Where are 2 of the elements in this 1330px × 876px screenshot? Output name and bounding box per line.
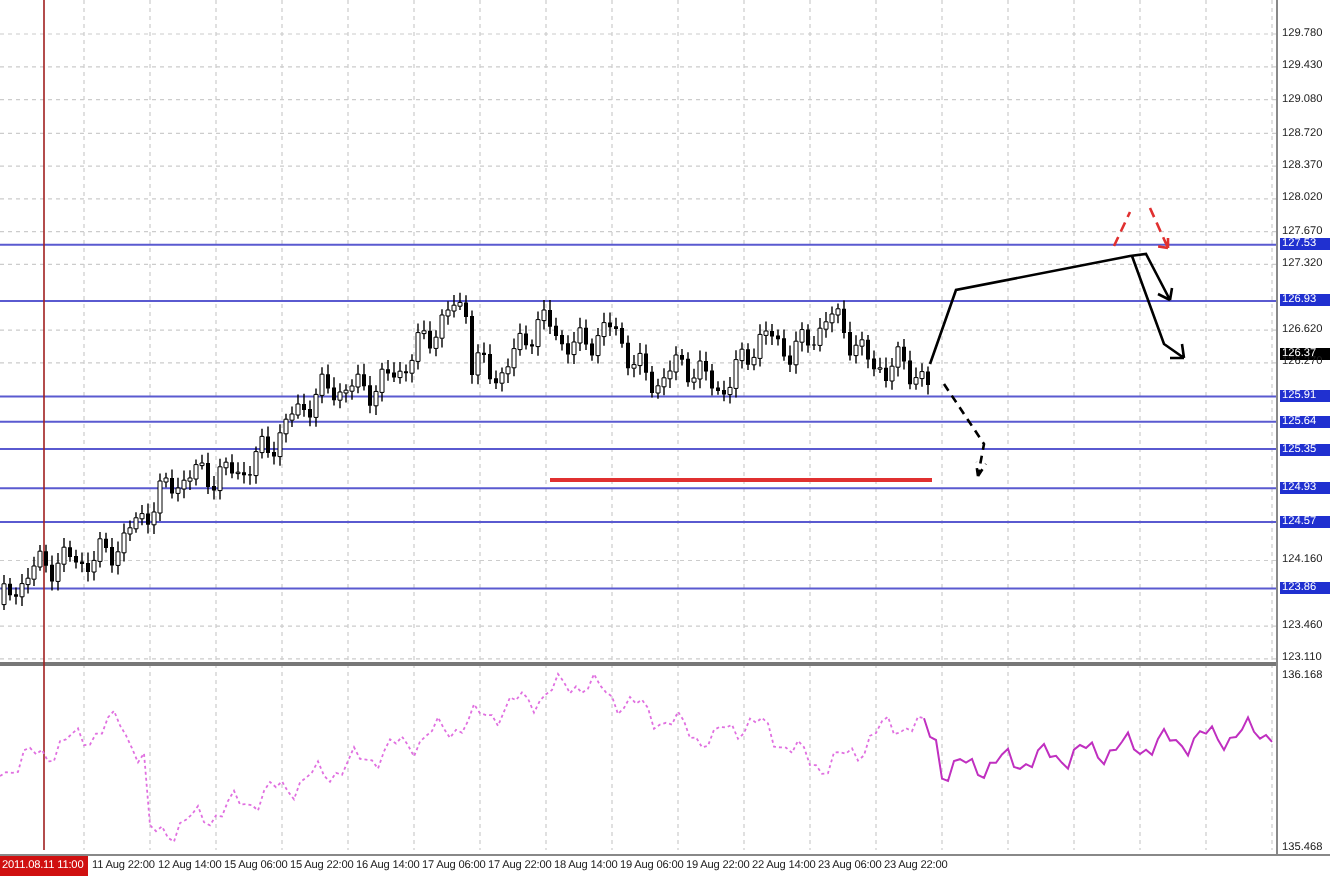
dashed-forecast-arrow <box>1112 206 1170 250</box>
dashed-forecast-arrow <box>942 382 988 478</box>
